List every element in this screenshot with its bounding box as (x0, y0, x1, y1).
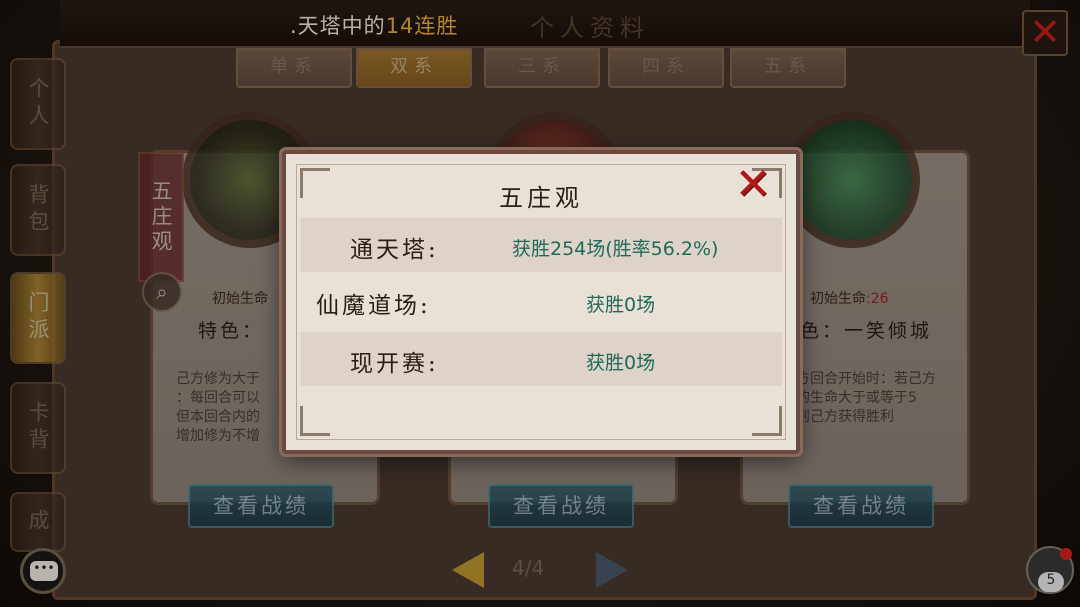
close-icon: ✕ (734, 159, 772, 210)
dialog-title: 五庄观 (499, 184, 583, 212)
stat-label-tower: 通天塔: (350, 237, 439, 263)
stat-value-arena: 获胜0场 (586, 294, 656, 316)
stat-value-current: 获胜0场 (586, 352, 656, 374)
dialog-close-button[interactable]: ✕ (730, 162, 776, 208)
corner-ornament (752, 406, 782, 436)
stat-label-current: 现开赛: (350, 351, 439, 377)
stat-label-arena: 仙魔道场: (316, 293, 431, 319)
stat-value-tower: 获胜254场(胜率56.2%) (512, 238, 719, 260)
sect-stats-dialog: 五庄观 ✕ 通天塔: 获胜254场(胜率56.2%) 仙魔道场: 获胜0场 现开… (282, 150, 800, 454)
corner-ornament (300, 406, 330, 436)
